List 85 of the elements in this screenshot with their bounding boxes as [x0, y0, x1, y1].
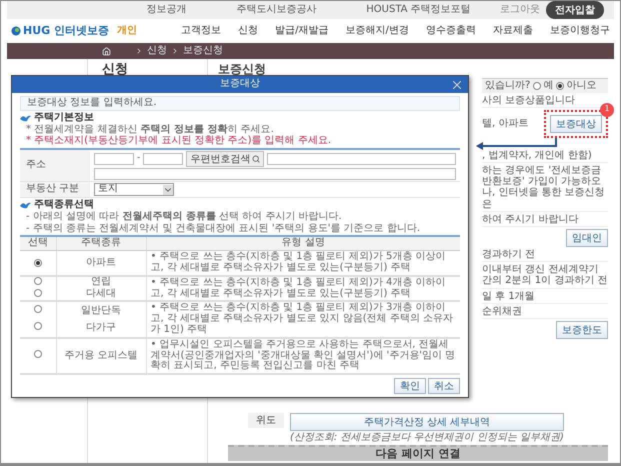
- type-label: 다세대: [86, 288, 116, 300]
- breadcrumb-item[interactable]: 보증신청: [183, 45, 223, 57]
- page-title: 보증신청: [218, 63, 267, 76]
- chevron-icon: [135, 47, 143, 55]
- radio-button[interactable]: [34, 305, 42, 314]
- menu-item[interactable]: 보증이행청구: [550, 25, 610, 37]
- column-header: 유형 설명: [146, 236, 460, 251]
- radio-button[interactable]: [533, 82, 542, 90]
- section-heading: 주택종류선택: [34, 200, 94, 211]
- search-icon: [252, 155, 260, 164]
- menu-item[interactable]: 영수증출력: [426, 25, 476, 37]
- top-link[interactable]: 정보공개: [146, 4, 186, 16]
- column-header: 선택: [20, 236, 56, 251]
- separator-text: -: [137, 154, 140, 164]
- note-text: (산정조회: 전세보증금보다 우선변제권이 인정되는 일부채권): [290, 432, 564, 443]
- type-description: • 주택으로 쓰는 층수(지하층 및 1층 필로티 제외)가 4개층 이하이고, 각 세대별로 주택소유자가 별도로 있는(구분등기) 주택: [150, 276, 446, 299]
- info-text: 텔, 아파트: [482, 118, 528, 130]
- breadcrumb-item[interactable]: 신청: [147, 45, 167, 57]
- warning-text: * 주택소재지(부동산등기부에 표시된 정확한 주소)를 입력해 주세요.: [25, 136, 332, 148]
- menu-item[interactable]: 발급/재발급: [275, 25, 328, 37]
- type-description: • 주택으로 쓰는 층수(지하층 및 1층 필로티 제외)가 5개층 이상이고, 각 세대별로 주택소유자가 별도로 있는(구분등기) 주택: [150, 251, 446, 273]
- type-description: • 주택으로 쓰는 층수(지하층 및 1층 필로티 제외)가 3개층 이하이고, 각 세대별로 주택소유자가 별도로 있지 않음(전체 주택의 소유자가 1인) 주택: [150, 302, 454, 335]
- menu-item[interactable]: 고객정보: [181, 25, 221, 37]
- menu-item[interactable]: 신청: [238, 25, 258, 37]
- question-text: 있습니까?: [485, 80, 530, 92]
- dropdown-icon: [163, 184, 173, 195]
- type-label: 아파트: [86, 256, 116, 268]
- field-label: 주소: [20, 150, 90, 182]
- radio-button[interactable]: [34, 322, 42, 330]
- next-page-band[interactable]: 다음 페이지 연결: [228, 444, 608, 461]
- info-banner: 보증대상 정보를 입력하세요.: [20, 96, 460, 111]
- info-text: 하는 경우에도 '전세보증금반환보증' 가입이 가능하오나, 인터넷을 통한 보증신청은: [482, 165, 608, 212]
- info-text: 하여 주시기 바랍니다: [482, 214, 608, 227]
- type-label: 다가구: [86, 322, 116, 333]
- info-text: , 법계약자, 개인에 한함): [482, 150, 608, 163]
- logo-icon: [11, 26, 21, 36]
- action-button[interactable]: 보증한도: [556, 320, 608, 339]
- column-header: 주택종류: [56, 236, 146, 251]
- next-page-text: 다음 페이지 연결: [376, 446, 460, 460]
- radio-option[interactable]: 아니오: [556, 80, 596, 92]
- bid-button[interactable]: 전자입찰: [546, 1, 604, 19]
- radio-button[interactable]: [34, 288, 42, 297]
- info-text: 일 후 1개월: [482, 290, 608, 304]
- zip-search-button[interactable]: 우편번호검색: [186, 151, 264, 168]
- logo-tag: 개인: [117, 25, 137, 37]
- radio-button[interactable]: [556, 82, 564, 90]
- input-field[interactable]: [143, 153, 184, 166]
- input-field[interactable]: [94, 153, 134, 166]
- info-text: 이내부터 갱신 전세계약기간의 2분의 1이 경과하기 전: [482, 264, 608, 288]
- chevron-icon: [171, 47, 179, 55]
- bird-icon: [20, 114, 31, 122]
- top-link[interactable]: 주택도시보증공사: [236, 4, 316, 16]
- type-label: 주거용 오피스텔: [64, 350, 138, 361]
- home-icon[interactable]: [102, 46, 111, 56]
- type-label: 일반단독: [81, 304, 121, 316]
- menu-item[interactable]: 보증해지/변경: [345, 25, 409, 37]
- note-text: * 전월세계약을 체결하신 주택의 정보를 정확히 주세요.: [25, 124, 275, 135]
- close-button[interactable]: [450, 78, 464, 92]
- top-link[interactable]: HOUSTA 주택정보포털: [366, 4, 471, 16]
- field-label: 위도: [248, 412, 284, 428]
- select-field[interactable]: 토지: [94, 183, 174, 196]
- detail-button[interactable]: 주택가격산정 상세 세부내역: [290, 412, 564, 430]
- radio-button[interactable]: [34, 350, 42, 358]
- target-button[interactable]: 보증대상: [550, 114, 602, 133]
- menu-item[interactable]: 자료제출: [492, 25, 533, 37]
- radio-button[interactable]: [34, 258, 42, 267]
- dialog-button[interactable]: 취소: [428, 378, 460, 394]
- type-description: • 업무시설인 오피스텔을 주거용으로 사용하는 주택으로서, 전월세계약서(공인중개업자의 '중개대상물 확인 설명서')에 '주거용'임이 명확히 표시되고, 주민등록 전입신고를 마친 주택: [150, 338, 456, 372]
- section-heading: 주택기본정보: [34, 112, 94, 124]
- radio-option[interactable]: 예: [533, 80, 554, 92]
- input-field[interactable]: [267, 153, 456, 166]
- note-text: - 아래의 설명에 따라 전월세주택의 종류를 선택 하여 주시기 바랍니다.: [25, 212, 343, 223]
- dialog-title: 보증대상: [220, 79, 260, 90]
- dialog-button[interactable]: 확인: [394, 378, 426, 394]
- info-text: 경과하기 전: [482, 248, 608, 262]
- field-label: 부동산 구분: [20, 182, 90, 198]
- bird-icon: [20, 201, 31, 210]
- note-text: - 주택의 종류는 전월세계약서 및 건축물대장에 표시된 '주택의 용도'를 기준으로 합니다.: [25, 224, 422, 234]
- action-button[interactable]: 임대인: [566, 228, 608, 247]
- input-field[interactable]: [94, 168, 456, 180]
- info-text: 순위채권: [482, 306, 608, 319]
- type-label: 연립: [91, 276, 111, 288]
- step-badge: 1: [600, 102, 614, 117]
- sidebar-title: 신청: [102, 62, 128, 77]
- logo-text[interactable]: HUG 인터넷보증: [23, 24, 109, 38]
